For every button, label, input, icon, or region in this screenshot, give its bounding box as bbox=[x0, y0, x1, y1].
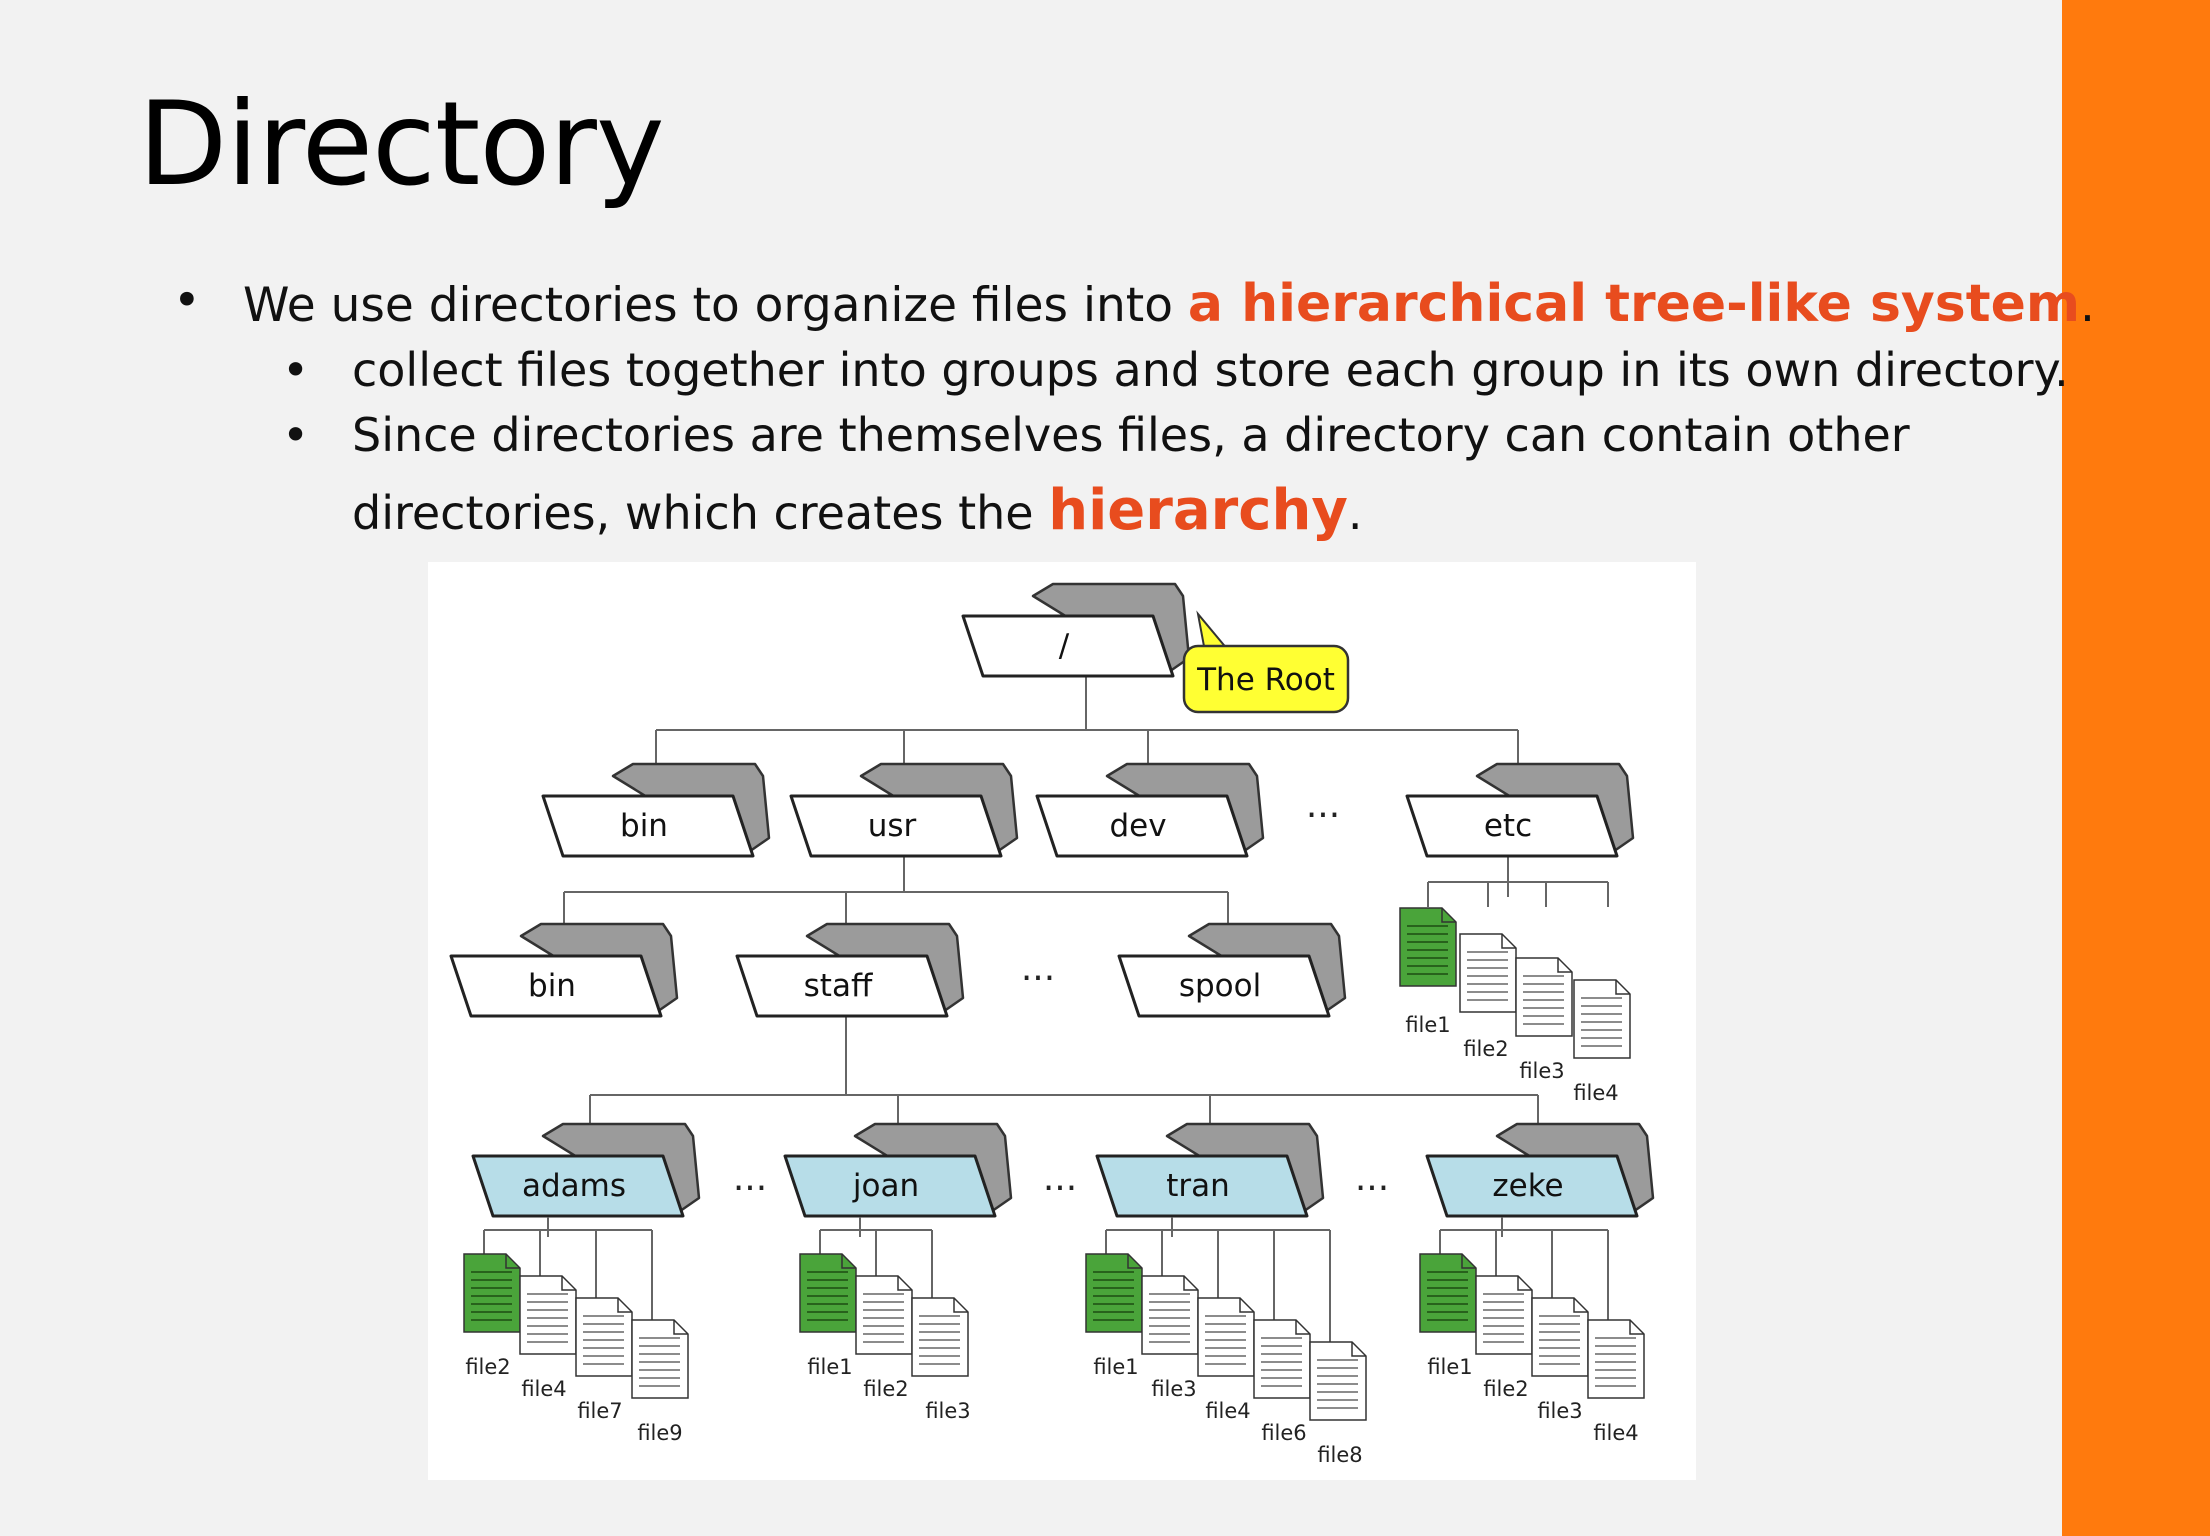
bullet-dot: • bbox=[282, 408, 310, 462]
bullet-2: • collect files together into groups and … bbox=[282, 342, 2069, 400]
folder-label: bin bbox=[528, 968, 576, 1004]
user-file-label: file2 bbox=[1483, 1377, 1528, 1401]
folder-etc: etc bbox=[1405, 762, 1635, 858]
bullet-3-highlight: hierarchy bbox=[1048, 478, 1348, 543]
user-file-label: file9 bbox=[637, 1421, 682, 1445]
root-callout-label: The Root bbox=[1196, 662, 1335, 698]
folder-label: etc bbox=[1484, 808, 1532, 844]
bullet-dot: • bbox=[282, 343, 310, 397]
user-file-label: file1 bbox=[807, 1355, 852, 1379]
ellipsis: ... bbox=[1306, 785, 1340, 826]
bullet-1: • We use directories to organize files in… bbox=[173, 272, 2095, 337]
folder-staff: staff bbox=[735, 922, 965, 1018]
bullet-3: • Since directories are themselves files,… bbox=[282, 407, 1910, 465]
folder-label: joan bbox=[852, 1168, 919, 1204]
user-file-label: file2 bbox=[465, 1355, 510, 1379]
slide-title: Directory bbox=[138, 77, 665, 212]
bullet-3-line1: Since directories are themselves files, … bbox=[352, 408, 1910, 462]
folder-label: staff bbox=[804, 968, 873, 1004]
folder-label: adams bbox=[522, 1168, 626, 1204]
folder-label: spool bbox=[1179, 968, 1261, 1004]
bullet-3-end: . bbox=[1347, 486, 1363, 540]
bullet-3-line2: directories, which creates the hierarchy… bbox=[352, 476, 1362, 546]
root-folder: / bbox=[961, 582, 1191, 678]
ellipsis: ... bbox=[733, 1158, 767, 1199]
user-file-label: file7 bbox=[577, 1399, 622, 1423]
user-file-label: file4 bbox=[1593, 1421, 1638, 1445]
folder-label: / bbox=[1059, 628, 1070, 664]
folder-label: dev bbox=[1109, 808, 1166, 844]
user-file-label: file2 bbox=[863, 1377, 908, 1401]
bullet-3-text: directories, which creates the bbox=[352, 486, 1049, 540]
folder-bin: bin bbox=[449, 922, 679, 1018]
user-file-label: file4 bbox=[521, 1377, 566, 1401]
user-folder-adams: adams bbox=[471, 1122, 701, 1218]
user-file bbox=[1141, 1275, 1199, 1355]
user-file-label: file1 bbox=[1093, 1355, 1138, 1379]
folder-bin: bin bbox=[541, 762, 771, 858]
user-folder-joan: joan bbox=[783, 1122, 1013, 1218]
user-file bbox=[1253, 1319, 1311, 1399]
user-file-label: file3 bbox=[1151, 1377, 1196, 1401]
bullet-dot: • bbox=[173, 273, 201, 328]
user-file bbox=[1531, 1297, 1589, 1377]
user-file bbox=[855, 1275, 913, 1355]
user-file bbox=[575, 1297, 633, 1377]
etc-file bbox=[1399, 907, 1457, 987]
folder-label: usr bbox=[868, 808, 917, 844]
user-file bbox=[799, 1253, 857, 1333]
user-file-label: file3 bbox=[1537, 1399, 1582, 1423]
user-file bbox=[911, 1297, 969, 1377]
folder-dev: dev bbox=[1035, 762, 1265, 858]
user-file-label: file1 bbox=[1427, 1355, 1472, 1379]
user-file bbox=[631, 1319, 689, 1399]
user-file-label: file3 bbox=[925, 1399, 970, 1423]
bullet-1-end: . bbox=[2080, 278, 2095, 333]
user-folder-zeke: zeke bbox=[1425, 1122, 1655, 1218]
user-file bbox=[1085, 1253, 1143, 1333]
user-file bbox=[1587, 1319, 1645, 1399]
ellipsis: ... bbox=[1355, 1158, 1389, 1199]
etc-file-label: file4 bbox=[1573, 1081, 1618, 1105]
folder-usr: usr bbox=[789, 762, 1019, 858]
user-file bbox=[1475, 1275, 1533, 1355]
user-file bbox=[1197, 1297, 1255, 1377]
etc-file bbox=[1573, 979, 1631, 1059]
user-file-label: file8 bbox=[1317, 1443, 1362, 1467]
etc-file-label: file3 bbox=[1519, 1059, 1564, 1083]
bullet-1-highlight: a hierarchical tree-like system bbox=[1187, 274, 2081, 334]
etc-file bbox=[1515, 957, 1573, 1037]
ellipsis: ... bbox=[1021, 948, 1055, 989]
user-file bbox=[519, 1275, 577, 1355]
etc-file-label: file2 bbox=[1463, 1037, 1508, 1061]
user-file bbox=[1419, 1253, 1477, 1333]
etc-file bbox=[1459, 933, 1517, 1013]
folder-label: bin bbox=[620, 808, 668, 844]
user-file bbox=[1309, 1341, 1367, 1421]
directory-tree-svg: / The Root bin usr dev etc... bin staff spool...… bbox=[449, 582, 1655, 1467]
user-file bbox=[463, 1253, 521, 1333]
folder-spool: spool bbox=[1117, 922, 1347, 1018]
ellipsis: ... bbox=[1043, 1158, 1077, 1199]
etc-file-label: file1 bbox=[1405, 1013, 1450, 1037]
slide: Directory • We use directories to organiz… bbox=[0, 0, 2210, 1536]
folder-label: zeke bbox=[1492, 1168, 1563, 1204]
directory-tree-diagram: / The Root bin usr dev etc... bin staff spool...… bbox=[428, 562, 1696, 1480]
user-file-label: file6 bbox=[1261, 1421, 1306, 1445]
user-folder-tran: tran bbox=[1095, 1122, 1325, 1218]
bullet-1-text: We use directories to organize files int… bbox=[243, 278, 1188, 333]
bullet-2-text: collect files together into groups and s… bbox=[352, 343, 2069, 397]
accent-bar bbox=[2062, 0, 2210, 1536]
user-file-label: file4 bbox=[1205, 1399, 1250, 1423]
folder-label: tran bbox=[1166, 1168, 1230, 1204]
